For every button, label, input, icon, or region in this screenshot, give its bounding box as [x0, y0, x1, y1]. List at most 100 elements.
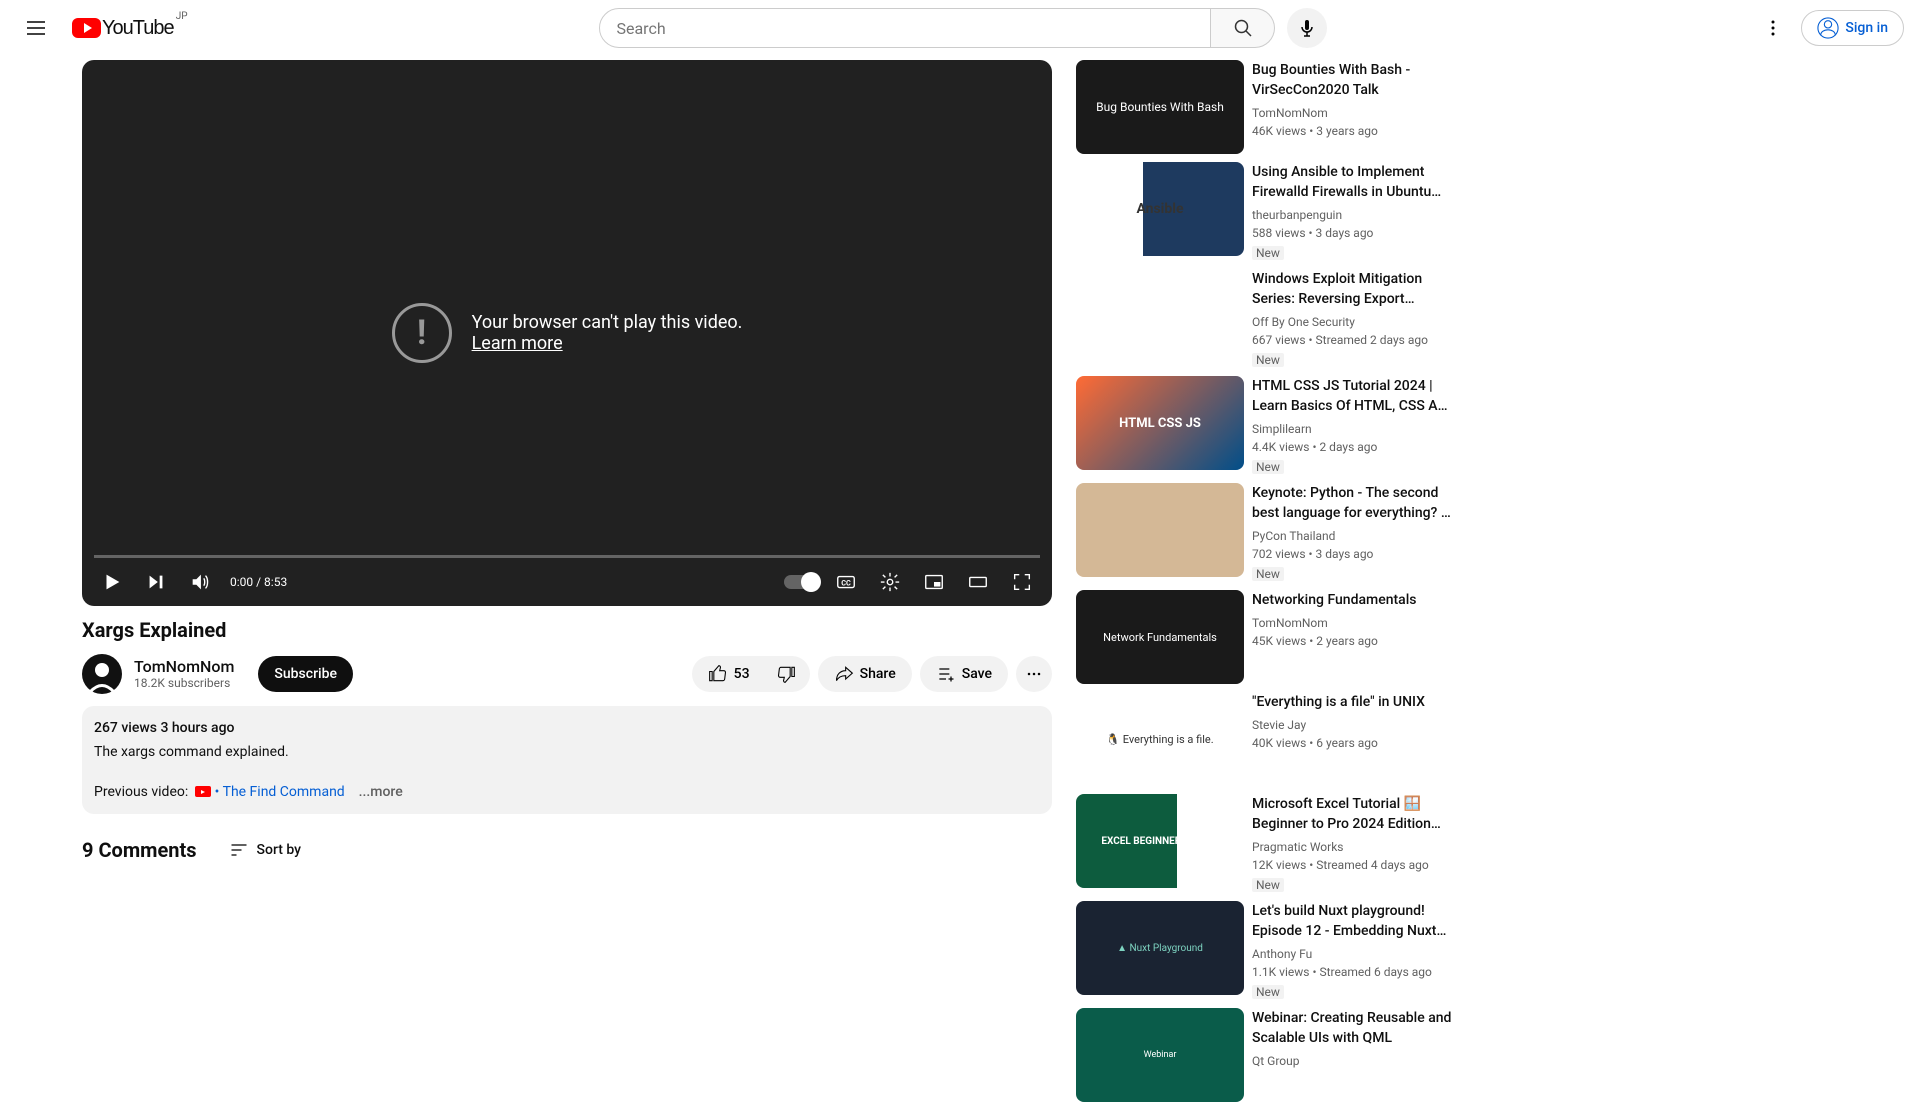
recommendation-item[interactable]: EXCEL BEGINNER TO PRO Microsoft Excel Tu… — [1076, 794, 1478, 893]
recommendation-item[interactable]: Network Fundamentals Networking Fundamen… — [1076, 590, 1478, 684]
recommendation-item[interactable]: Windows Exploit Mitigation Series: Rever… — [1076, 269, 1478, 368]
error-icon: ! — [392, 303, 452, 363]
dislike-button[interactable] — [762, 656, 810, 692]
recommendation-channel: TomNomNom — [1252, 104, 1454, 122]
recommendation-item[interactable]: Keynote: Python - The second best langua… — [1076, 483, 1478, 582]
hamburger-icon — [24, 16, 48, 40]
recommendation-thumbnail: ▲ Nuxt Playground — [1076, 901, 1244, 995]
description-more[interactable]: ...more — [359, 784, 403, 800]
person-icon — [1817, 17, 1839, 39]
recommendation-channel: TomNomNom — [1252, 614, 1454, 632]
recommendation-item[interactable]: Ansible Using Ansible to Implement Firew… — [1076, 162, 1478, 261]
recommendation-meta: 4.4K views • 2 days ago — [1252, 438, 1454, 456]
youtube-logo[interactable]: YouTube JP — [72, 17, 174, 40]
recommendation-info: Keynote: Python - The second best langua… — [1252, 483, 1478, 582]
header-center — [599, 8, 1327, 48]
recommendation-thumbnail: 🐧 Everything is a file. — [1076, 692, 1244, 786]
recommendation-item[interactable]: Bug Bounties With Bash Bug Bounties With… — [1076, 60, 1478, 154]
play-button[interactable] — [94, 564, 130, 600]
volume-button[interactable] — [182, 564, 218, 600]
miniplayer-icon — [923, 571, 945, 593]
thumbs-down-icon — [776, 664, 796, 684]
recommendation-channel: Pragmatic Works — [1252, 838, 1454, 856]
save-button[interactable]: Save — [920, 656, 1008, 692]
recommendation-item[interactable]: 🐧 Everything is a file. "Everything is a… — [1076, 692, 1478, 786]
like-button[interactable]: 53 — [692, 656, 762, 692]
settings-button[interactable] — [1753, 8, 1793, 48]
header: YouTube JP Sign in — [0, 0, 1920, 56]
header-left: YouTube JP — [16, 8, 174, 48]
recommendation-title: Bug Bounties With Bash - VirSecCon2020 T… — [1252, 60, 1454, 100]
recommendation-info: "Everything is a file" in UNIX Stevie Ja… — [1252, 692, 1478, 786]
share-icon — [834, 664, 854, 684]
comments-count: 9 Comments — [82, 838, 197, 862]
channel-info: TomNomNom 18.2K subscribers Subscribe — [82, 654, 353, 694]
more-actions-button[interactable] — [1016, 656, 1052, 692]
recommendation-title: Webinar: Creating Reusable and Scalable … — [1252, 1008, 1454, 1048]
recommendation-item[interactable]: HTML CSS JS HTML CSS JS Tutorial 2024 | … — [1076, 376, 1478, 475]
share-button[interactable]: Share — [818, 656, 912, 692]
recommendation-title: HTML CSS JS Tutorial 2024 | Learn Basics… — [1252, 376, 1454, 416]
progress-bar[interactable] — [94, 555, 1040, 558]
guide-button[interactable] — [16, 8, 56, 48]
recommendation-meta: 40K views • 6 years ago — [1252, 734, 1454, 752]
play-icon — [101, 571, 123, 593]
search-button[interactable] — [1211, 8, 1275, 48]
recommendation-meta: 667 views • Streamed 2 days ago — [1252, 331, 1454, 349]
recommendation-info: Using Ansible to Implement Firewalld Fir… — [1252, 162, 1478, 261]
sort-button[interactable]: Sort by — [229, 840, 302, 860]
settings-button-player[interactable] — [872, 564, 908, 600]
recommendation-thumbnail — [1076, 483, 1244, 577]
recommendation-title: Keynote: Python - The second best langua… — [1252, 483, 1454, 523]
learn-more-link[interactable]: Learn more — [472, 333, 743, 354]
time-display: 0:00 / 8:53 — [230, 575, 287, 589]
player-error: ! Your browser can't play this video. Le… — [392, 303, 743, 363]
thumbs-up-icon — [708, 664, 728, 684]
theater-button[interactable] — [960, 564, 996, 600]
sort-icon — [229, 840, 249, 860]
fullscreen-icon — [1011, 571, 1033, 593]
prev-video-link[interactable]: • The Find Command — [211, 784, 345, 800]
recommendation-info: HTML CSS JS Tutorial 2024 | Learn Basics… — [1252, 376, 1478, 475]
subscriber-count: 18.2K subscribers — [134, 676, 234, 690]
recommendation-meta: 702 views • 3 days ago — [1252, 545, 1454, 563]
search-input[interactable] — [599, 8, 1211, 48]
recommendation-info: Bug Bounties With Bash - VirSecCon2020 T… — [1252, 60, 1478, 154]
recommendation-info: Windows Exploit Mitigation Series: Rever… — [1252, 269, 1478, 368]
video-player[interactable]: ! Your browser can't play this video. Le… — [82, 60, 1052, 606]
kebab-icon — [1761, 16, 1785, 40]
recommendation-item[interactable]: Webinar Webinar: Creating Reusable and S… — [1076, 1008, 1478, 1102]
description-meta: 267 views 3 hours ago — [94, 718, 1040, 738]
recommendation-item[interactable]: ▲ Nuxt Playground Let's build Nuxt playg… — [1076, 901, 1478, 1000]
new-badge: New — [1252, 246, 1284, 260]
miniplayer-button[interactable] — [916, 564, 952, 600]
channel-avatar[interactable] — [82, 654, 122, 694]
content: ! Your browser can't play this video. Le… — [0, 56, 1920, 1110]
new-badge: New — [1252, 567, 1284, 581]
recommendation-channel: Anthony Fu — [1252, 945, 1454, 963]
svg-text:CC: CC — [841, 578, 851, 587]
recommendation-info: Let's build Nuxt playground! Episode 12 … — [1252, 901, 1478, 1000]
new-badge: New — [1252, 353, 1284, 367]
recommendation-title: Windows Exploit Mitigation Series: Rever… — [1252, 269, 1454, 309]
recommendation-meta: 588 views • 3 days ago — [1252, 224, 1454, 242]
next-button[interactable] — [138, 564, 174, 600]
channel-name[interactable]: TomNomNom — [134, 657, 234, 676]
primary-column: ! Your browser can't play this video. Le… — [82, 56, 1052, 1110]
recommendation-thumbnail: Ansible — [1076, 162, 1244, 256]
recommendation-channel: theurbanpenguin — [1252, 206, 1454, 224]
fullscreen-button[interactable] — [1004, 564, 1040, 600]
share-label: Share — [860, 666, 896, 682]
subscribe-button[interactable]: Subscribe — [258, 656, 353, 692]
recommendation-info: Networking Fundamentals TomNomNom 45K vi… — [1252, 590, 1478, 684]
search-icon — [1231, 16, 1255, 40]
voice-search-button[interactable] — [1287, 8, 1327, 48]
recommendation-meta: 1.1K views • Streamed 6 days ago — [1252, 963, 1454, 981]
autoplay-toggle[interactable] — [784, 575, 820, 589]
description-text: The xargs command explained. — [94, 742, 1040, 762]
cc-button[interactable]: CC — [828, 564, 864, 600]
description-box[interactable]: 267 views 3 hours ago The xargs command … — [82, 706, 1052, 814]
signin-button[interactable]: Sign in — [1801, 10, 1904, 46]
video-title: Xargs Explained — [82, 618, 1052, 642]
country-code: JP — [176, 11, 188, 22]
